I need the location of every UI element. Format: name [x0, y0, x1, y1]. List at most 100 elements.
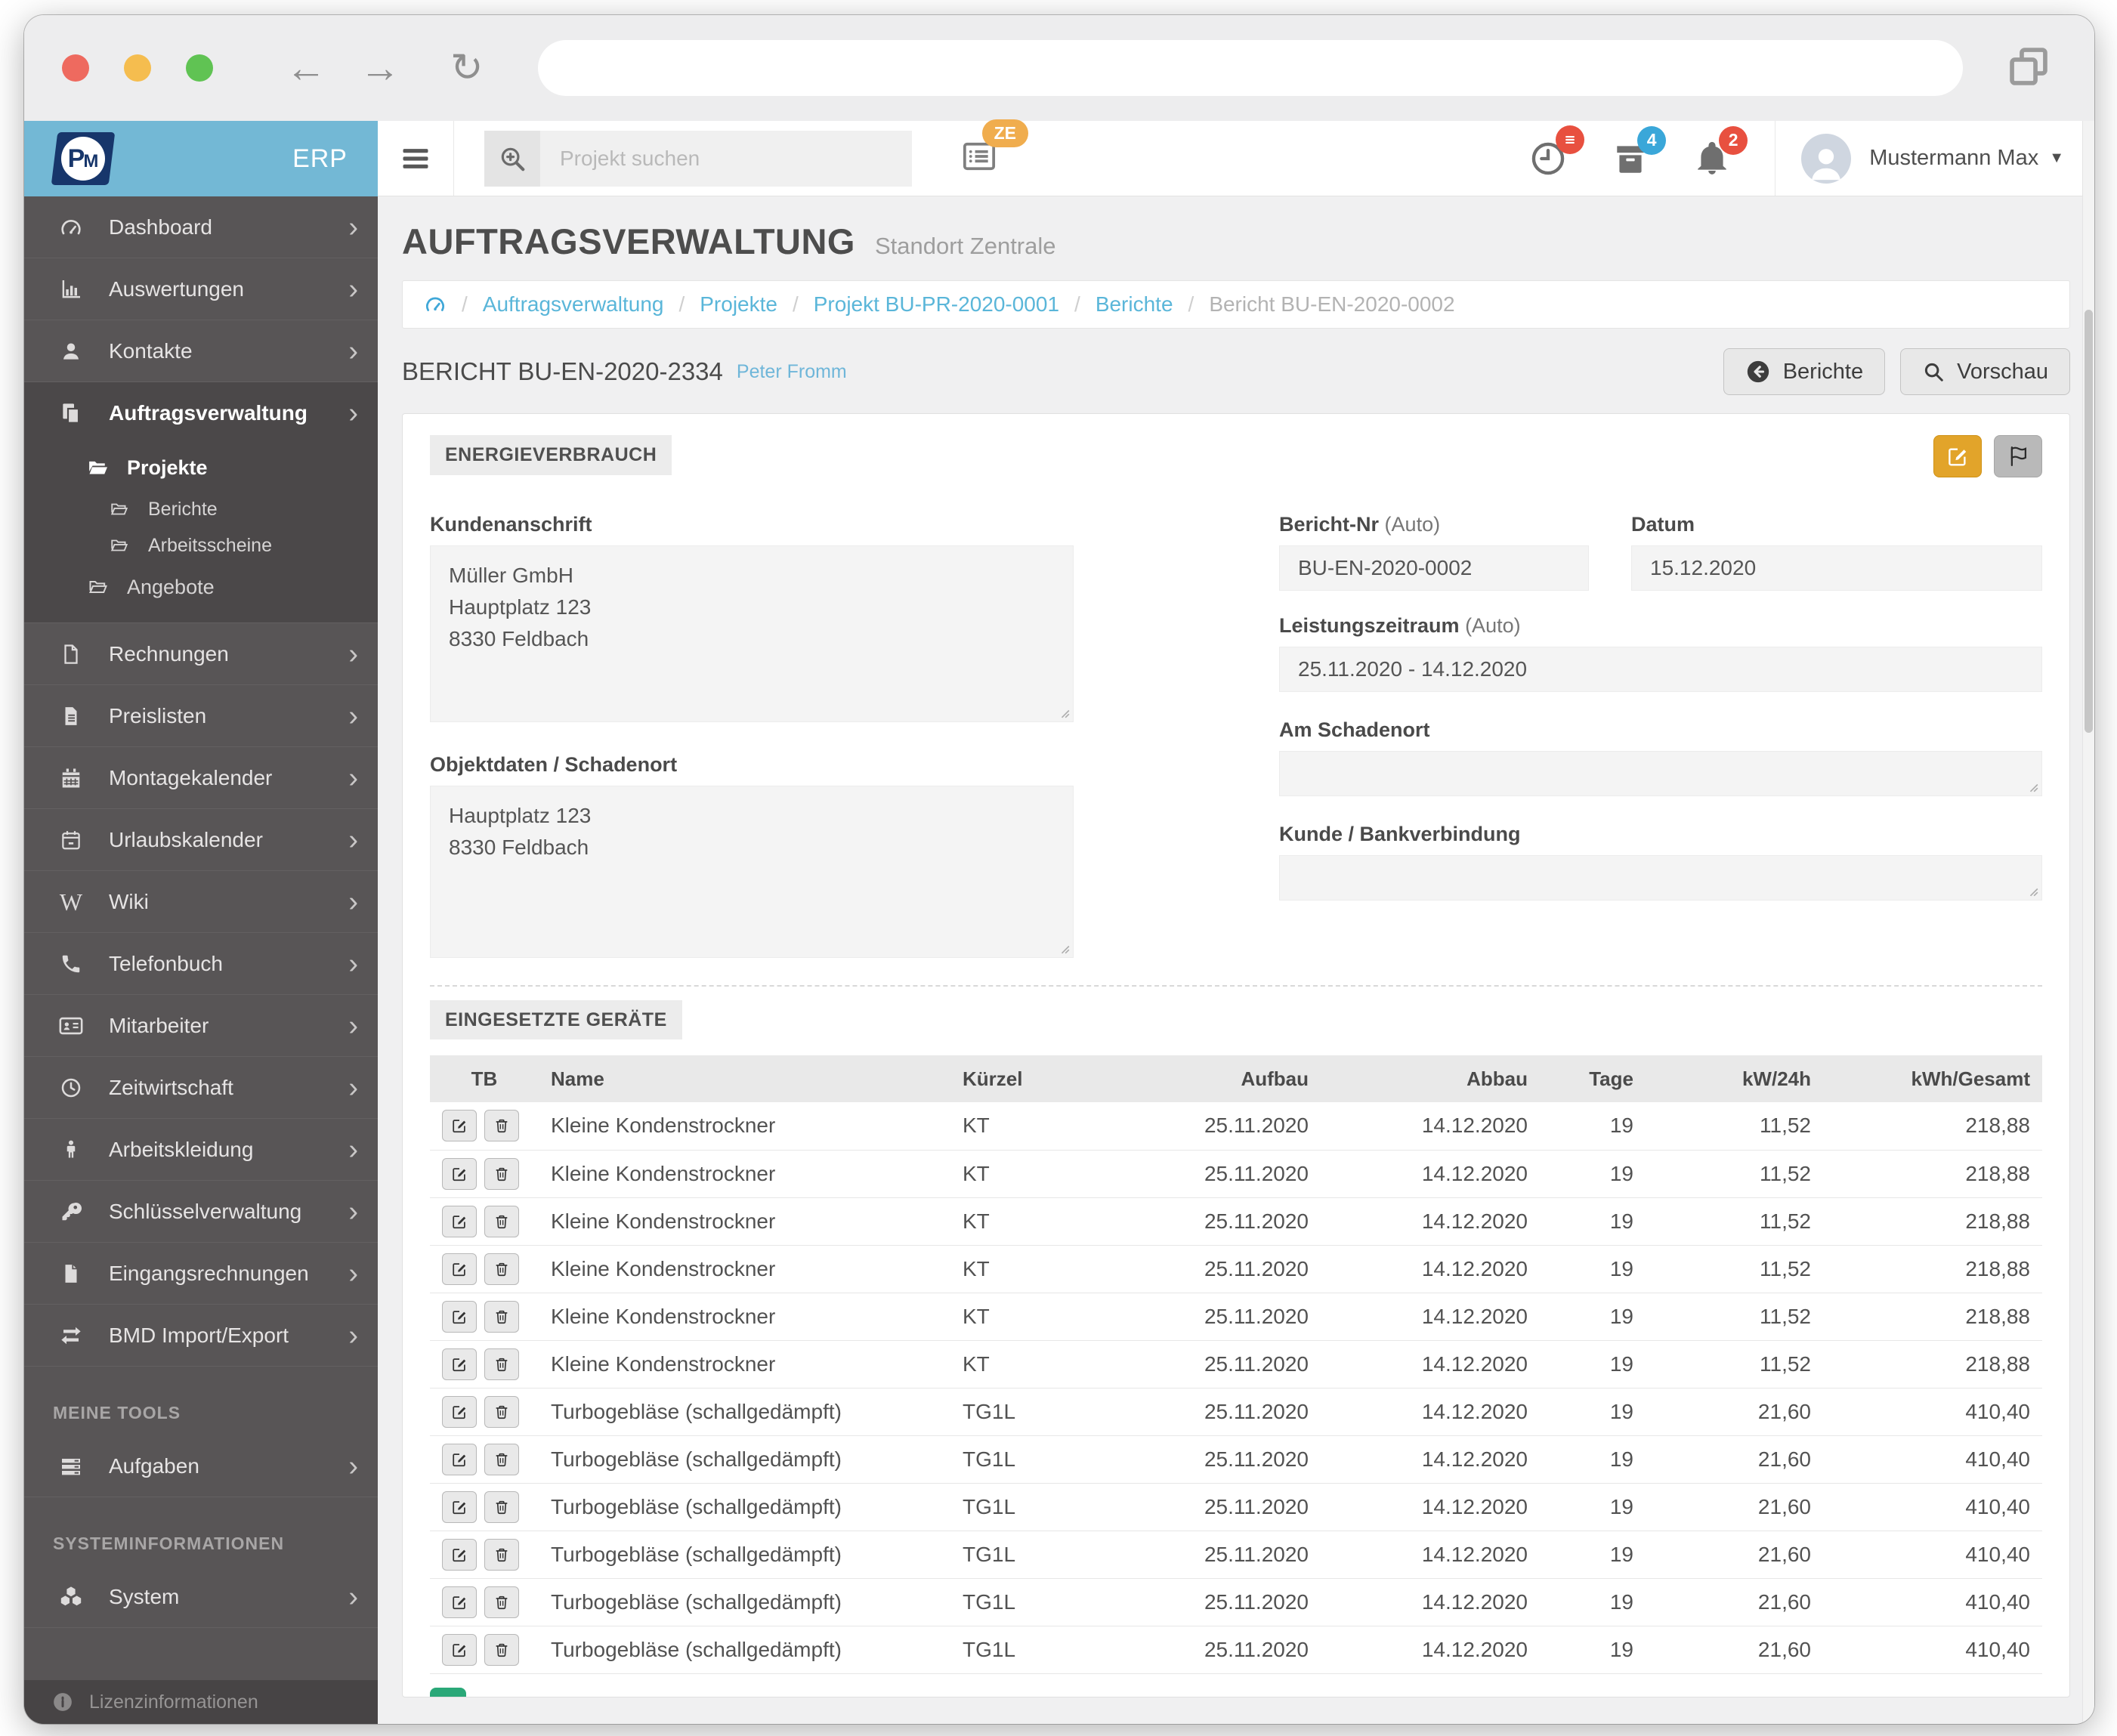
- row-actions-cell: [430, 1102, 539, 1151]
- sidebar-item-bmd-import-export[interactable]: BMD Import/Export ›: [24, 1305, 378, 1367]
- vorschau-button[interactable]: Vorschau: [1900, 348, 2070, 395]
- row-delete-button[interactable]: [484, 1395, 519, 1428]
- chevron-right-icon: ›: [348, 273, 358, 305]
- bell-icon[interactable]: 2: [1693, 125, 1748, 178]
- breadcrumb-auftragsverwaltung[interactable]: Auftragsverwaltung: [483, 292, 664, 317]
- datum-input[interactable]: [1631, 545, 2042, 591]
- resize-grip-icon[interactable]: [1059, 944, 1070, 954]
- kunde-bankverbindung-textarea[interactable]: [1279, 855, 2042, 900]
- kundenanschrift-textarea[interactable]: Müller GmbH Hauptplatz 123 8330 Feldbach: [430, 545, 1074, 722]
- scrollbar[interactable]: [2082, 121, 2094, 1724]
- inbox-icon[interactable]: 4: [1612, 125, 1667, 178]
- row-edit-button[interactable]: [442, 1443, 477, 1475]
- sidebar-item-rechnungen[interactable]: Rechnungen ›: [24, 623, 378, 685]
- maximize-window-button[interactable]: [186, 54, 213, 82]
- row-edit-button[interactable]: [442, 1586, 477, 1618]
- user-menu[interactable]: Mustermann Max ▼: [1775, 121, 2094, 196]
- am-schadenort-textarea[interactable]: [1279, 751, 2042, 796]
- sidebar-item-preislisten[interactable]: Preislisten ›: [24, 685, 378, 747]
- breadcrumb-projekte[interactable]: Projekte: [700, 292, 777, 317]
- row-actions-cell: [430, 1150, 539, 1198]
- row-edit-button[interactable]: [442, 1395, 477, 1428]
- sidebar-item-telefonbuch[interactable]: Telefonbuch ›: [24, 933, 378, 995]
- search-input[interactable]: [540, 130, 912, 187]
- device-tage-cell: 19: [1540, 1578, 1646, 1626]
- sidebar-item-system[interactable]: System ›: [24, 1566, 378, 1628]
- sidebar-item-mitarbeiter[interactable]: Mitarbeiter ›: [24, 995, 378, 1057]
- minimize-window-button[interactable]: [124, 54, 151, 82]
- sidebar-footer-lizenzinformationen[interactable]: Lizenzinformationen: [24, 1680, 378, 1724]
- row-edit-button[interactable]: [442, 1348, 477, 1380]
- sidebar-item-montagekalender[interactable]: Montagekalender ›: [24, 747, 378, 809]
- row-actions-cell: [430, 1531, 539, 1579]
- row-delete-button[interactable]: [484, 1348, 519, 1380]
- scrollbar-thumb[interactable]: [2085, 310, 2093, 733]
- resize-grip-icon[interactable]: [1059, 708, 1070, 718]
- row-delete-button[interactable]: [484, 1300, 519, 1333]
- ze-time-entry-icon[interactable]: ZE: [960, 119, 1028, 179]
- browser-reload-button[interactable]: ↻: [450, 48, 484, 88]
- home-icon[interactable]: [424, 293, 447, 316]
- resize-grip-icon[interactable]: [2028, 886, 2038, 897]
- sidebar-item-auftragsverwaltung[interactable]: Auftragsverwaltung ›: [24, 382, 378, 444]
- back-to-berichte-button[interactable]: Berichte: [1723, 348, 1886, 395]
- sidebar-item-kontakte[interactable]: Kontakte ›: [24, 320, 378, 382]
- folder-open-icon: [83, 456, 113, 479]
- sidebar-item-schluesselverwaltung[interactable]: Schlüsselverwaltung ›: [24, 1181, 378, 1243]
- row-edit-button[interactable]: [442, 1157, 477, 1190]
- hamburger-menu-icon[interactable]: [378, 142, 453, 175]
- browser-back-button[interactable]: ←: [286, 48, 326, 88]
- device-abbau-cell: 14.12.2020: [1321, 1340, 1540, 1388]
- sidebar-item-zeitwirtschaft[interactable]: Zeitwirtschaft ›: [24, 1057, 378, 1119]
- row-delete-button[interactable]: [484, 1110, 519, 1142]
- sidebar-item-arbeitskleidung[interactable]: Arbeitskleidung ›: [24, 1119, 378, 1181]
- sidebar-item-projekte[interactable]: Projekte: [24, 444, 378, 491]
- row-delete-button[interactable]: [484, 1490, 519, 1523]
- row-delete-button[interactable]: [484, 1205, 519, 1237]
- url-bar[interactable]: [537, 40, 1963, 96]
- row-delete-button[interactable]: [484, 1253, 519, 1285]
- device-kw-cell: 21,60: [1646, 1578, 1823, 1626]
- row-edit-button[interactable]: [442, 1253, 477, 1285]
- browser-forward-button[interactable]: →: [360, 48, 400, 88]
- sidebar-item-aufgaben[interactable]: Aufgaben ›: [24, 1435, 378, 1497]
- sidebar-item-eingangsrechnungen[interactable]: Eingangsrechnungen ›: [24, 1243, 378, 1305]
- row-edit-button[interactable]: [442, 1633, 477, 1666]
- row-edit-button[interactable]: [442, 1490, 477, 1523]
- row-delete-button[interactable]: [484, 1633, 519, 1666]
- row-edit-button[interactable]: [442, 1300, 477, 1333]
- app: P M ERP Dashboard › Auswertungen › Konta…: [24, 119, 2094, 1724]
- resize-grip-icon[interactable]: [2028, 782, 2038, 792]
- calendar-icon: [53, 767, 89, 789]
- device-abbau-cell: 14.12.2020: [1321, 1150, 1540, 1198]
- row-delete-button[interactable]: [484, 1443, 519, 1475]
- sidebar-item-dashboard[interactable]: Dashboard ›: [24, 196, 378, 258]
- row-edit-button[interactable]: [442, 1110, 477, 1142]
- search-zoom-button[interactable]: [484, 130, 540, 187]
- sidebar-item-urlaubskalender[interactable]: Urlaubskalender ›: [24, 809, 378, 871]
- sidebar-item-arbeitsscheine[interactable]: Arbeitsscheine: [24, 527, 378, 564]
- row-delete-button[interactable]: [484, 1538, 519, 1571]
- leistungszeitraum-input[interactable]: [1279, 647, 2042, 692]
- time-tracking-clock-icon[interactable]: [1528, 125, 1585, 178]
- sidebar-item-berichte[interactable]: Berichte: [24, 491, 378, 527]
- flag-report-button[interactable]: [1994, 435, 2042, 477]
- add-device-button[interactable]: +: [430, 1687, 466, 1697]
- topbar-right: 4 2 Mustermann Max ▼: [1528, 121, 2094, 196]
- main: ZE: [378, 119, 2094, 1724]
- sidebar-item-auswertungen[interactable]: Auswertungen ›: [24, 258, 378, 320]
- table-row: Turbogebläse (schallgedämpft) TG1L 25.11…: [430, 1483, 2042, 1531]
- edit-report-button[interactable]: [1933, 435, 1982, 477]
- close-window-button[interactable]: [62, 54, 89, 82]
- sidebar-item-wiki[interactable]: W Wiki ›: [24, 871, 378, 933]
- sidebar-item-angebote[interactable]: Angebote: [24, 564, 378, 610]
- row-delete-button[interactable]: [484, 1586, 519, 1618]
- bericht-nr-input[interactable]: [1279, 545, 1589, 591]
- breadcrumb-projekt[interactable]: Projekt BU-PR-2020-0001: [814, 292, 1059, 317]
- breadcrumb-berichte[interactable]: Berichte: [1096, 292, 1173, 317]
- row-delete-button[interactable]: [484, 1157, 519, 1190]
- objektdaten-textarea[interactable]: Hauptplatz 123 8330 Feldbach: [430, 786, 1074, 958]
- row-edit-button[interactable]: [442, 1538, 477, 1571]
- row-edit-button[interactable]: [442, 1205, 477, 1237]
- tabs-overview-icon[interactable]: [2005, 43, 2052, 94]
